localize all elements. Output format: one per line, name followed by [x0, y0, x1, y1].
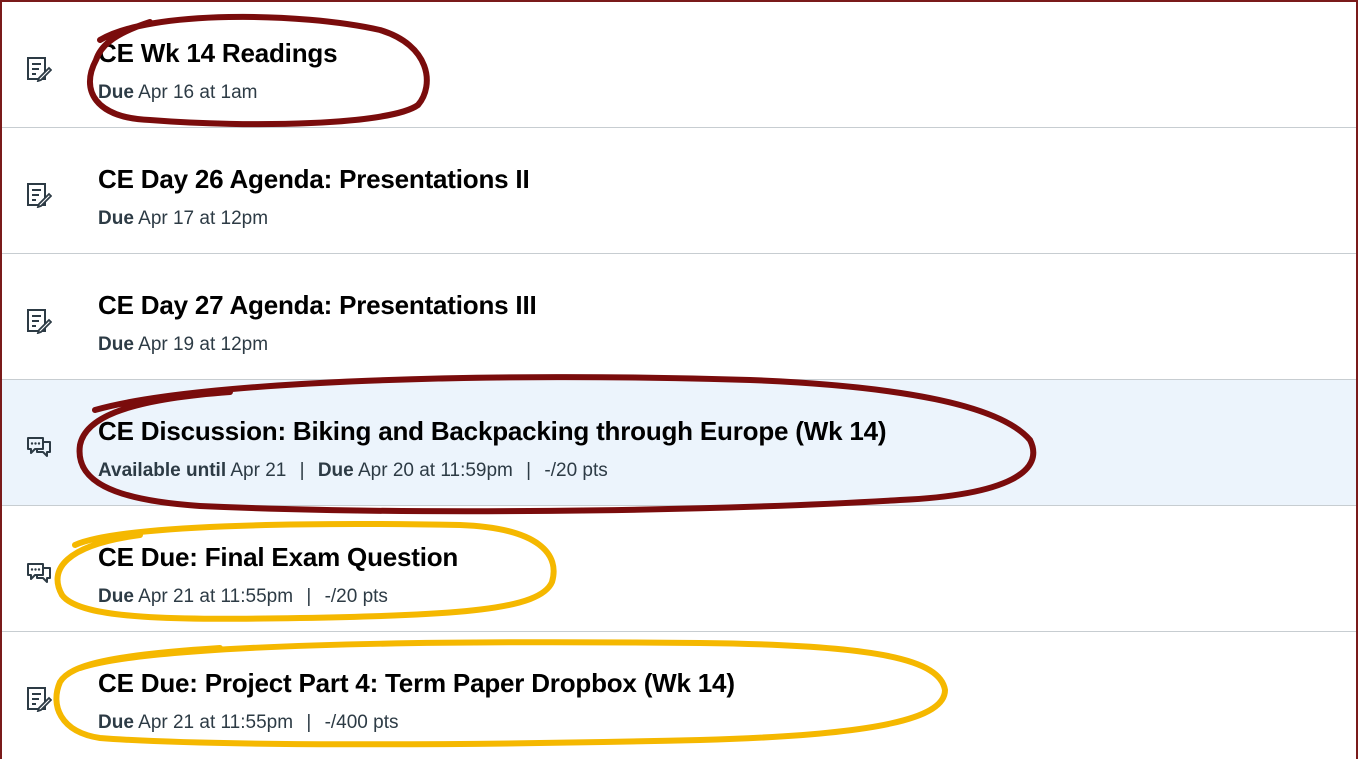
assignment-icon — [27, 309, 52, 334]
item-title[interactable]: CE Day 26 Agenda: Presentations II — [98, 164, 530, 195]
due-value: Apr 17 at 12pm — [138, 208, 269, 229]
list-item[interactable]: CE Due: Project Part 4: Term Paper Dropb… — [2, 632, 1356, 758]
due-value: Apr 20 at 11:59pm — [357, 460, 513, 481]
discussion-icon — [27, 437, 51, 457]
points-value: -/400 pts — [324, 712, 399, 733]
item-meta: Due Apr 16 at 1am — [98, 82, 257, 104]
assignment-list: CE Wk 14 Readings Due Apr 16 at 1am CE D… — [2, 2, 1356, 758]
due-label: Due — [317, 460, 354, 481]
due-value: Apr 21 at 11:55pm — [138, 712, 294, 733]
discussion-icon — [27, 563, 51, 583]
due-label: Due — [98, 82, 134, 103]
list-item[interactable]: CE Day 26 Agenda: Presentations II Due A… — [2, 128, 1356, 254]
item-meta: Due Apr 17 at 12pm — [98, 208, 268, 230]
assignment-icon — [27, 183, 52, 208]
due-label: Due — [98, 586, 134, 607]
available-value: Apr 21 — [230, 460, 287, 481]
separator: | — [526, 460, 532, 481]
list-item[interactable]: CE Wk 14 Readings Due Apr 16 at 1am — [2, 2, 1356, 128]
points-value: -/20 pts — [324, 586, 388, 607]
list-item[interactable]: CE Day 27 Agenda: Presentations III Due … — [2, 254, 1356, 380]
item-meta: Due Apr 19 at 12pm — [98, 334, 268, 356]
item-title[interactable]: CE Due: Project Part 4: Term Paper Dropb… — [98, 668, 735, 699]
item-title[interactable]: CE Wk 14 Readings — [98, 38, 338, 69]
due-label: Due — [98, 712, 134, 733]
item-title[interactable]: CE Discussion: Biking and Backpacking th… — [98, 416, 887, 447]
item-title[interactable]: CE Day 27 Agenda: Presentations III — [98, 290, 537, 321]
available-label: Available until — [98, 460, 227, 481]
item-meta: Due Apr 21 at 11:55pm | -/400 pts — [98, 712, 399, 734]
list-item[interactable]: CE Due: Final Exam Question Due Apr 21 a… — [2, 506, 1356, 632]
due-label: Due — [98, 208, 134, 229]
due-value: Apr 21 at 11:55pm — [138, 586, 294, 607]
due-label: Due — [98, 334, 134, 355]
item-title[interactable]: CE Due: Final Exam Question — [98, 542, 458, 573]
assignment-icon — [27, 57, 52, 82]
due-value: Apr 19 at 12pm — [138, 334, 269, 355]
separator: | — [306, 586, 312, 607]
item-meta: Available until Apr 21 | Due Apr 20 at 1… — [98, 460, 608, 482]
item-meta: Due Apr 21 at 11:55pm | -/20 pts — [98, 586, 388, 608]
due-value: Apr 16 at 1am — [138, 82, 258, 103]
points-value: -/20 pts — [544, 460, 608, 481]
separator: | — [306, 712, 312, 733]
list-item[interactable]: CE Discussion: Biking and Backpacking th… — [2, 380, 1356, 506]
assignment-icon — [27, 687, 52, 712]
separator: | — [299, 460, 305, 481]
